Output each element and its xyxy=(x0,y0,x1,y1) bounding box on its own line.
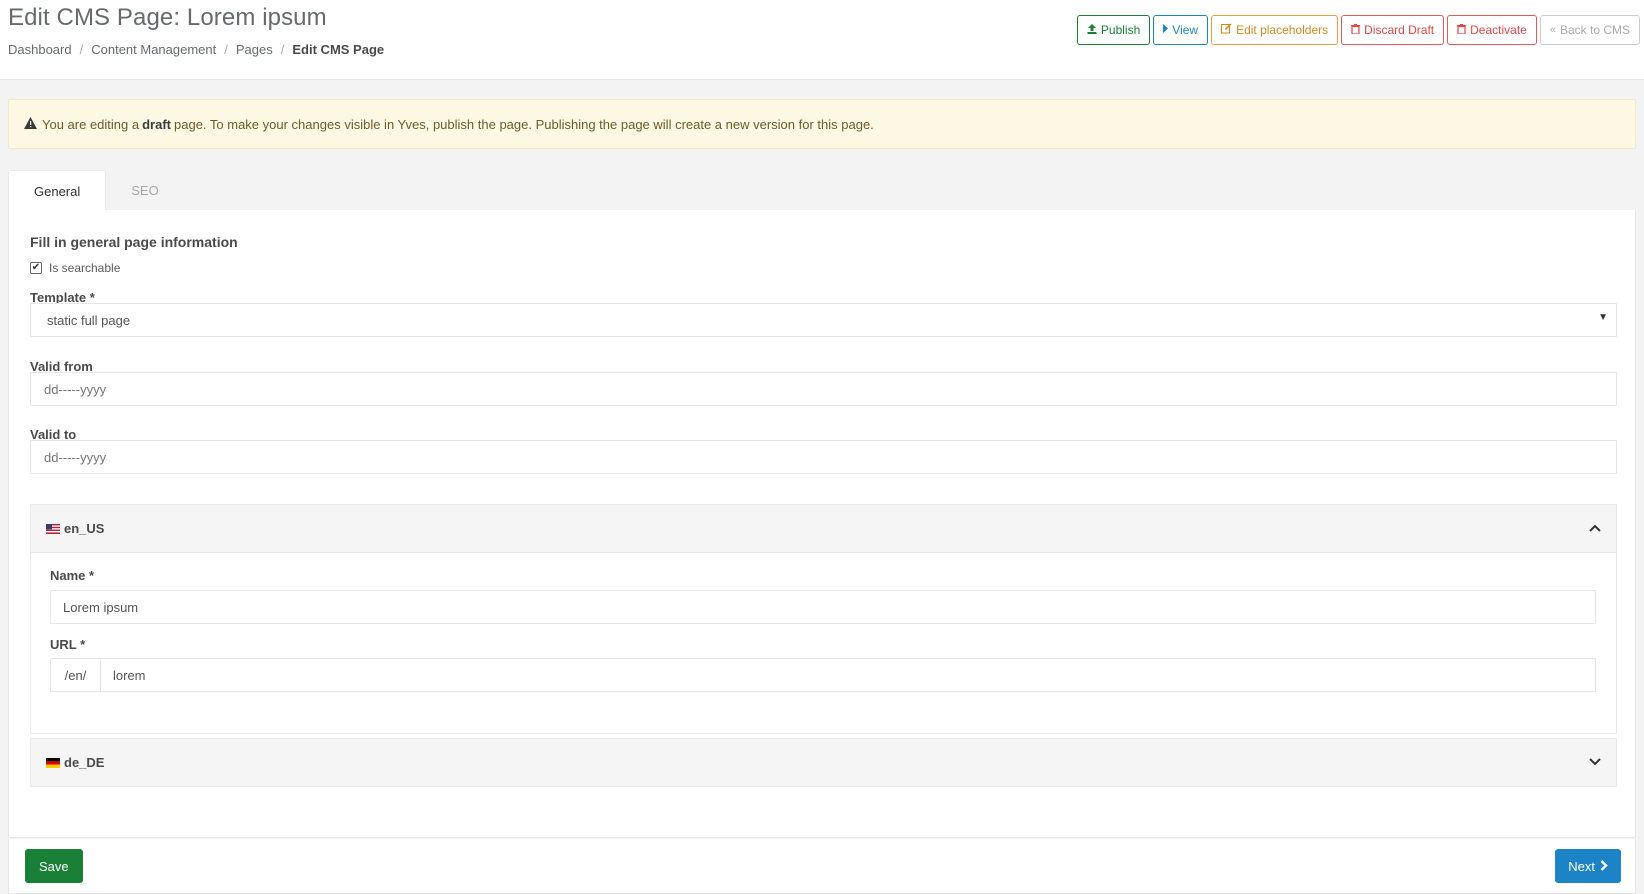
locale-en-us-header[interactable]: en_US xyxy=(31,505,1616,552)
is-searchable-checkbox[interactable]: ✔ xyxy=(30,262,42,274)
breadcrumb-edit-cms-page: Edit CMS Page xyxy=(292,42,385,57)
page-title: Edit CMS Page: Lorem ipsum xyxy=(8,4,327,31)
publish-button[interactable]: Publish xyxy=(1076,15,1151,45)
locale-de-de-label: de_DE xyxy=(64,755,105,770)
save-button[interactable]: Save xyxy=(25,849,83,883)
header-actions: Publish View Edit placeholders Discard D… xyxy=(1076,15,1640,45)
section-heading: Fill in general page information xyxy=(30,234,238,250)
tab-general[interactable]: General xyxy=(8,170,107,211)
edit-placeholders-label: Edit placeholders xyxy=(1236,23,1329,37)
draft-alert: You are editing a draft page. To make yo… xyxy=(8,99,1636,149)
us-flag-icon xyxy=(46,523,60,534)
chevron-up-icon xyxy=(1589,524,1601,532)
next-label: Next xyxy=(1568,858,1595,874)
caret-right-icon xyxy=(1163,24,1169,36)
tab-seo[interactable]: SEO xyxy=(106,170,183,211)
trash-icon xyxy=(1457,23,1467,37)
breadcrumb-separator: / xyxy=(224,42,228,57)
name-input[interactable]: Lorem ipsum xyxy=(50,590,1596,624)
name-value: Lorem ipsum xyxy=(63,599,139,615)
next-button[interactable]: Next xyxy=(1555,849,1621,883)
de-flag-icon xyxy=(46,757,60,768)
deactivate-label: Deactivate xyxy=(1470,23,1527,37)
alert-text-prefix: You are editing a xyxy=(42,116,140,132)
url-prefix: /en/ xyxy=(50,658,100,692)
url-input[interactable]: lorem xyxy=(100,658,1596,692)
breadcrumb-dashboard[interactable]: Dashboard xyxy=(8,42,72,57)
general-tab-panel: Fill in general page information ✔ Is se… xyxy=(8,210,1636,838)
valid-to-value: dd-----yyyy xyxy=(44,449,107,465)
discard-draft-label: Discard Draft xyxy=(1364,23,1435,37)
warning-icon xyxy=(24,116,37,132)
locale-en-us: en_US Name * Lorem ipsum URL * /en/ lore… xyxy=(30,504,1617,734)
publish-label: Publish xyxy=(1100,23,1141,37)
discard-draft-button[interactable]: Discard Draft xyxy=(1341,15,1445,45)
valid-to-input[interactable]: dd-----yyyy xyxy=(30,440,1617,474)
page-header: Edit CMS Page: Lorem ipsum Dashboard / C… xyxy=(0,0,1644,80)
breadcrumb-separator: / xyxy=(79,42,84,57)
tab-bar: General SEO xyxy=(8,170,184,211)
valid-from-value: dd-----yyyy xyxy=(44,381,107,397)
back-to-cms-label: Back to CMS xyxy=(1559,23,1630,37)
dropdown-arrow-icon: ▼ xyxy=(1598,312,1608,323)
view-button[interactable]: View xyxy=(1153,15,1209,45)
chevron-down-icon xyxy=(1589,758,1601,766)
name-label: Name * xyxy=(50,568,95,583)
edit-placeholders-button[interactable]: Edit placeholders xyxy=(1211,15,1339,45)
form-footer: Save Next xyxy=(8,839,1636,894)
edit-icon xyxy=(1221,23,1232,37)
is-searchable-label: Is searchable xyxy=(49,261,121,275)
valid-from-input[interactable]: dd-----yyyy xyxy=(30,372,1617,406)
back-to-cms-button[interactable]: « Back to CMS xyxy=(1539,15,1640,45)
locale-de-de: de_DE xyxy=(30,738,1617,787)
locale-en-us-label: en_US xyxy=(64,521,105,536)
upload-icon xyxy=(1087,23,1097,37)
locale-de-de-header[interactable]: de_DE xyxy=(31,739,1616,786)
breadcrumb-content-management[interactable]: Content Management xyxy=(91,42,216,57)
locale-en-us-body: Name * Lorem ipsum URL * /en/ lorem xyxy=(31,552,1616,733)
double-chevron-left-icon: « xyxy=(1549,24,1556,36)
is-searchable-row: ✔ Is searchable xyxy=(30,261,120,275)
url-input-group: /en/ lorem xyxy=(50,658,1596,692)
template-value: static full page xyxy=(47,312,131,328)
deactivate-button[interactable]: Deactivate xyxy=(1447,15,1537,45)
alert-text-bold: draft xyxy=(142,116,171,132)
chevron-right-icon xyxy=(1600,859,1608,874)
alert-text-suffix: page. To make your changes visible in Yv… xyxy=(174,116,874,132)
url-value: lorem xyxy=(113,667,146,683)
trash-icon xyxy=(1351,23,1361,37)
template-select[interactable]: static full page ▼ xyxy=(30,303,1617,337)
view-label: View xyxy=(1172,23,1199,37)
url-label: URL * xyxy=(50,637,86,652)
breadcrumb: Dashboard / Content Management / Pages /… xyxy=(8,42,384,57)
breadcrumb-pages[interactable]: Pages xyxy=(236,42,273,57)
breadcrumb-separator: / xyxy=(280,42,285,57)
